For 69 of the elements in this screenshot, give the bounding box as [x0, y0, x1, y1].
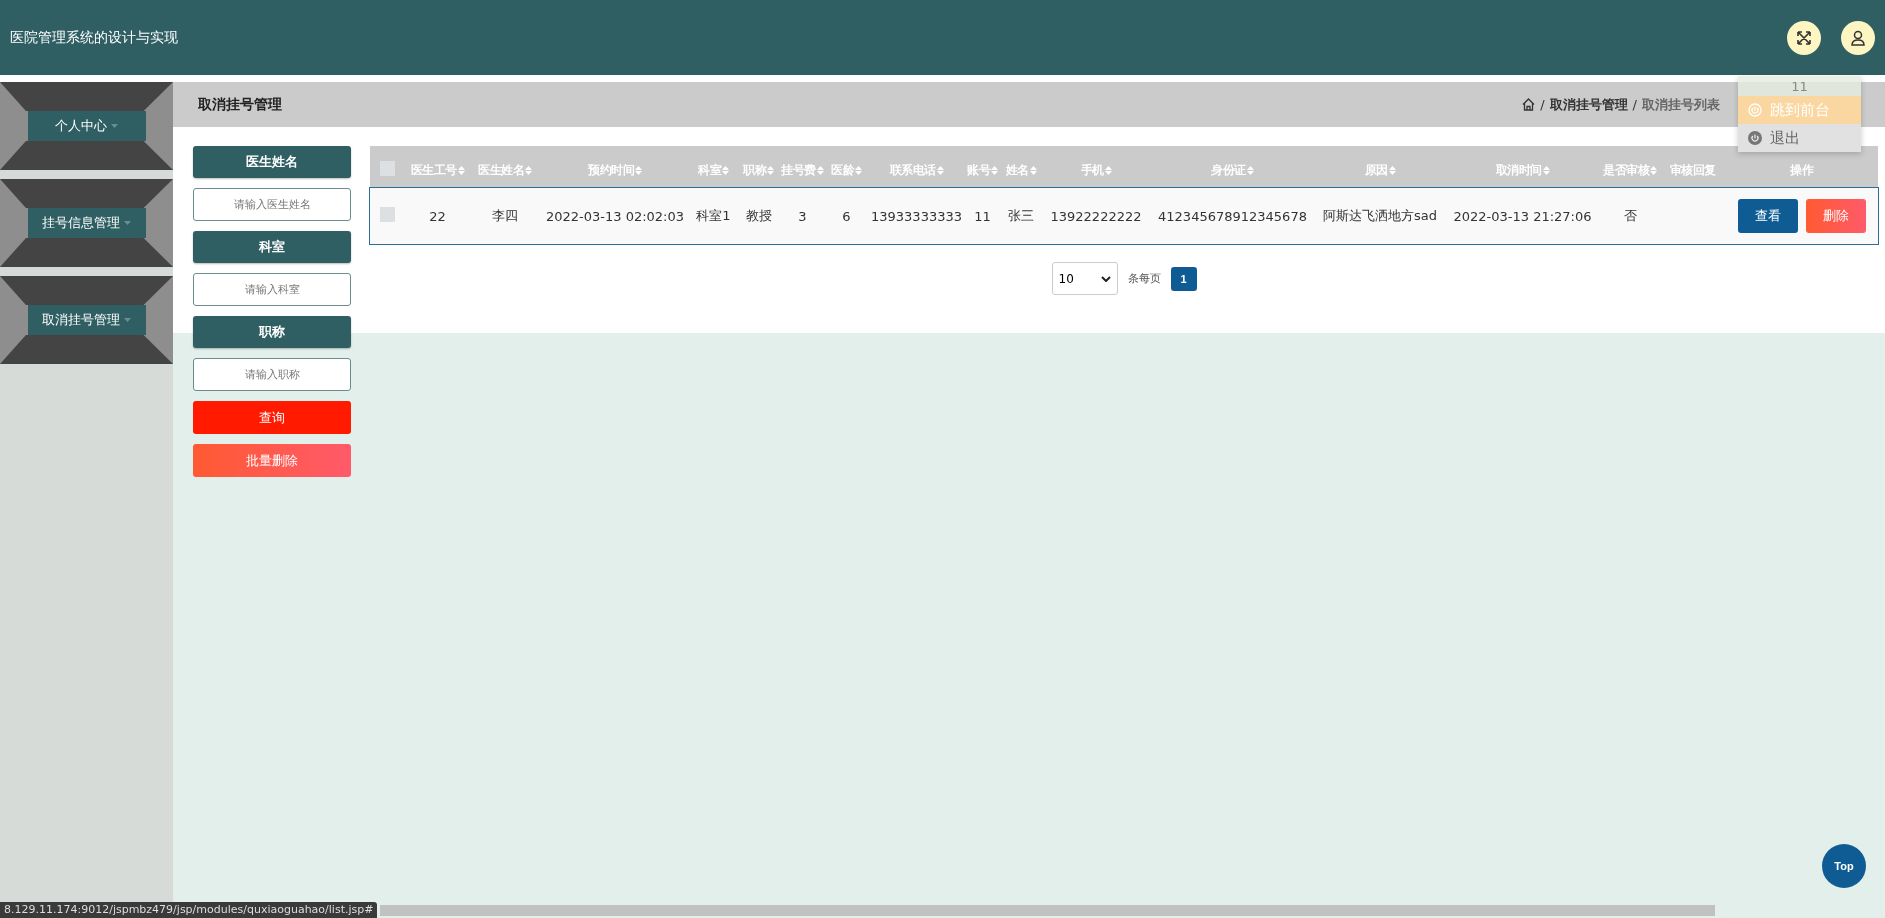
sort-icon: [767, 165, 774, 175]
table-cell: 教授: [737, 188, 780, 244]
sidebar-item[interactable]: 挂号信息管理: [27, 208, 146, 238]
table-cell: 3: [780, 188, 825, 244]
chevron-down-icon: [1100, 275, 1111, 282]
page-button[interactable]: 1: [1170, 266, 1197, 291]
fullscreen-button[interactable]: [1787, 20, 1821, 55]
table-cell: 2022-03-13 02:02:03: [540, 188, 690, 244]
sort-icon: [991, 165, 998, 175]
table-cell: 科室1: [690, 188, 737, 244]
menu-item[interactable]: 退出: [1738, 124, 1861, 152]
sort-icon: [457, 165, 465, 175]
sort-icon: [1029, 165, 1037, 175]
user-icon: [1850, 29, 1866, 46]
input-field[interactable]: 请输入科室: [193, 273, 351, 306]
table-cell: 11: [965, 188, 1000, 244]
batch-delete-button[interactable]: 批量删除: [193, 444, 351, 477]
sort-icon: [635, 165, 642, 175]
table-cell: 412345678912345678: [1150, 188, 1315, 244]
sort-icon: [1104, 165, 1112, 175]
table-cell: 13933333333: [868, 188, 965, 244]
table-cell: 13922222222: [1042, 188, 1150, 244]
field-label: 职称: [193, 316, 351, 348]
caret-icon: [124, 221, 131, 225]
home-icon[interactable]: [1522, 98, 1536, 111]
page-title: 取消挂号管理: [198, 95, 282, 114]
power-icon: [1748, 103, 1762, 117]
sort-icon: [722, 165, 729, 175]
username: 11: [1790, 77, 1809, 96]
user-button[interactable]: [1841, 20, 1875, 55]
sidebar-item[interactable]: 取消挂号管理: [27, 305, 146, 335]
checkbox[interactable]: [380, 161, 395, 176]
checkbox[interactable]: [380, 207, 395, 222]
table-cell: 6: [825, 188, 868, 244]
input-field[interactable]: 请输入职称: [193, 358, 351, 391]
table-cell: 李四: [470, 188, 540, 244]
scrollbar-thumb[interactable]: [380, 905, 1715, 916]
sort-icon: [855, 165, 862, 175]
page-size-select[interactable]: 10: [1051, 262, 1118, 295]
search-button[interactable]: 查询: [193, 401, 351, 434]
input-field[interactable]: 请输入医生姓名: [193, 188, 351, 221]
caret-icon: [111, 124, 118, 128]
field-label: 科室: [193, 231, 351, 263]
breadcrumb-separator: /: [1632, 97, 1637, 112]
breadcrumb-link[interactable]: 取消挂号管理: [1549, 95, 1628, 114]
sort-icon: [525, 165, 532, 175]
table-cell: 2022-03-13 21:27:06: [1445, 188, 1600, 244]
expand-arrows-icon: [1796, 29, 1812, 46]
menu-item[interactable]: 跳到前台: [1738, 96, 1861, 124]
caret-icon: [124, 318, 131, 322]
page-size-label: 条每页: [1127, 271, 1161, 286]
sort-icon: [936, 165, 944, 175]
field-label: 医生姓名: [193, 146, 351, 178]
table-cell: 阿斯达飞洒地方sad: [1315, 188, 1445, 244]
breadcrumb-separator: /: [1540, 97, 1545, 112]
status-url: 8.129.11.174:9012/jspmbz479/jsp/modules/quxiaoguahao/list.jsp#: [0, 902, 378, 918]
delete-button[interactable]: 删除: [1805, 199, 1866, 233]
power-icon: [1748, 131, 1762, 145]
sort-icon: [1542, 165, 1550, 175]
app-title: 医院管理系统的设计与实现: [10, 28, 178, 47]
sort-icon: [1650, 165, 1657, 175]
table-cell: 张三: [1000, 188, 1042, 244]
sort-icon: [1246, 165, 1254, 175]
view-button[interactable]: 查看: [1737, 199, 1798, 233]
table-cell: 否: [1600, 188, 1660, 244]
breadcrumb-link[interactable]: 取消挂号列表: [1642, 95, 1720, 114]
sort-icon: [1388, 165, 1396, 175]
sidebar-item[interactable]: 个人中心: [27, 111, 146, 141]
table-cell: 22: [405, 188, 470, 244]
